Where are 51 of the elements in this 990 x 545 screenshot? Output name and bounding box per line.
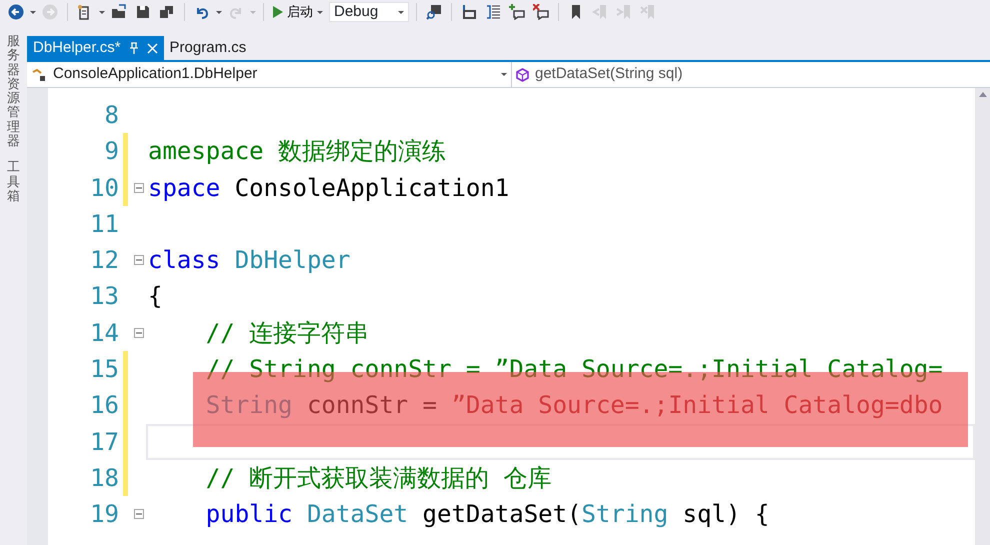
editor-tab[interactable]: DbHelper.cs* (27, 36, 164, 60)
line-number: 19 (89, 499, 120, 530)
caret-icon (398, 10, 404, 14)
caret-icon[interactable] (30, 11, 36, 14)
pin-icon[interactable] (128, 42, 139, 54)
line-number: 11 (89, 208, 120, 240)
line-number: 12 (89, 245, 120, 276)
side-tab[interactable]: 服务器资源管理器 (7, 34, 20, 148)
line-number: 14 (89, 318, 120, 349)
scroll-up-icon[interactable] (978, 92, 986, 97)
scrollbar[interactable] (975, 88, 990, 545)
configuration-dropdown[interactable]: Debug (329, 2, 409, 22)
code-line: { (147, 281, 164, 312)
play-icon (273, 6, 283, 18)
save-icon[interactable] (135, 4, 151, 20)
start-button[interactable]: 启动 (271, 2, 325, 22)
code-line: amespace 数据绑定的演练 (147, 136, 448, 168)
collapse-icon[interactable] (134, 182, 144, 193)
line-number: 17 (89, 426, 120, 458)
comment-remove-icon[interactable] (533, 4, 549, 20)
line-number: 13 (89, 281, 120, 312)
caret-icon[interactable] (216, 11, 222, 14)
line-number: 10 (89, 172, 120, 204)
line-number: 8 (104, 100, 120, 131)
side-tab[interactable]: 工具箱 (7, 160, 20, 204)
code-line: space ConsoleApplication1 (147, 172, 510, 204)
code-line: // 断开式获取装满数据的 仓库 (204, 462, 553, 494)
editor-tab[interactable]: Program.cs (164, 36, 252, 60)
caret-icon (317, 10, 323, 14)
comment-add-icon[interactable] (509, 4, 525, 20)
line-number: 15 (89, 354, 120, 386)
code-line: class DbHelper (147, 245, 352, 276)
method-icon (516, 68, 529, 82)
open-icon[interactable] (111, 4, 127, 20)
code-line: public DataSet getDataSet(String sql) { (204, 499, 770, 530)
line-number: 18 (89, 462, 120, 494)
caret-icon (501, 73, 507, 76)
caret-icon[interactable] (99, 11, 105, 14)
code-line: // String connStr = ”Data Source=.;Initial Catalog= (204, 354, 944, 386)
code-line: String connStr = ”Data Source=.;Initial Catalog=dbo (204, 390, 944, 422)
code-line: // 连接字符串 (204, 318, 370, 349)
close-icon[interactable] (146, 42, 158, 54)
find-icon[interactable] (426, 4, 442, 20)
collapse-icon[interactable] (134, 328, 144, 338)
outline-icon[interactable] (485, 4, 501, 20)
collapse-icon[interactable] (134, 509, 144, 520)
collapse-icon[interactable] (134, 255, 144, 266)
line-number: 9 (104, 136, 120, 168)
save-all-icon[interactable] (159, 4, 175, 20)
back-icon[interactable] (8, 4, 24, 20)
line-number: 16 (89, 390, 120, 422)
